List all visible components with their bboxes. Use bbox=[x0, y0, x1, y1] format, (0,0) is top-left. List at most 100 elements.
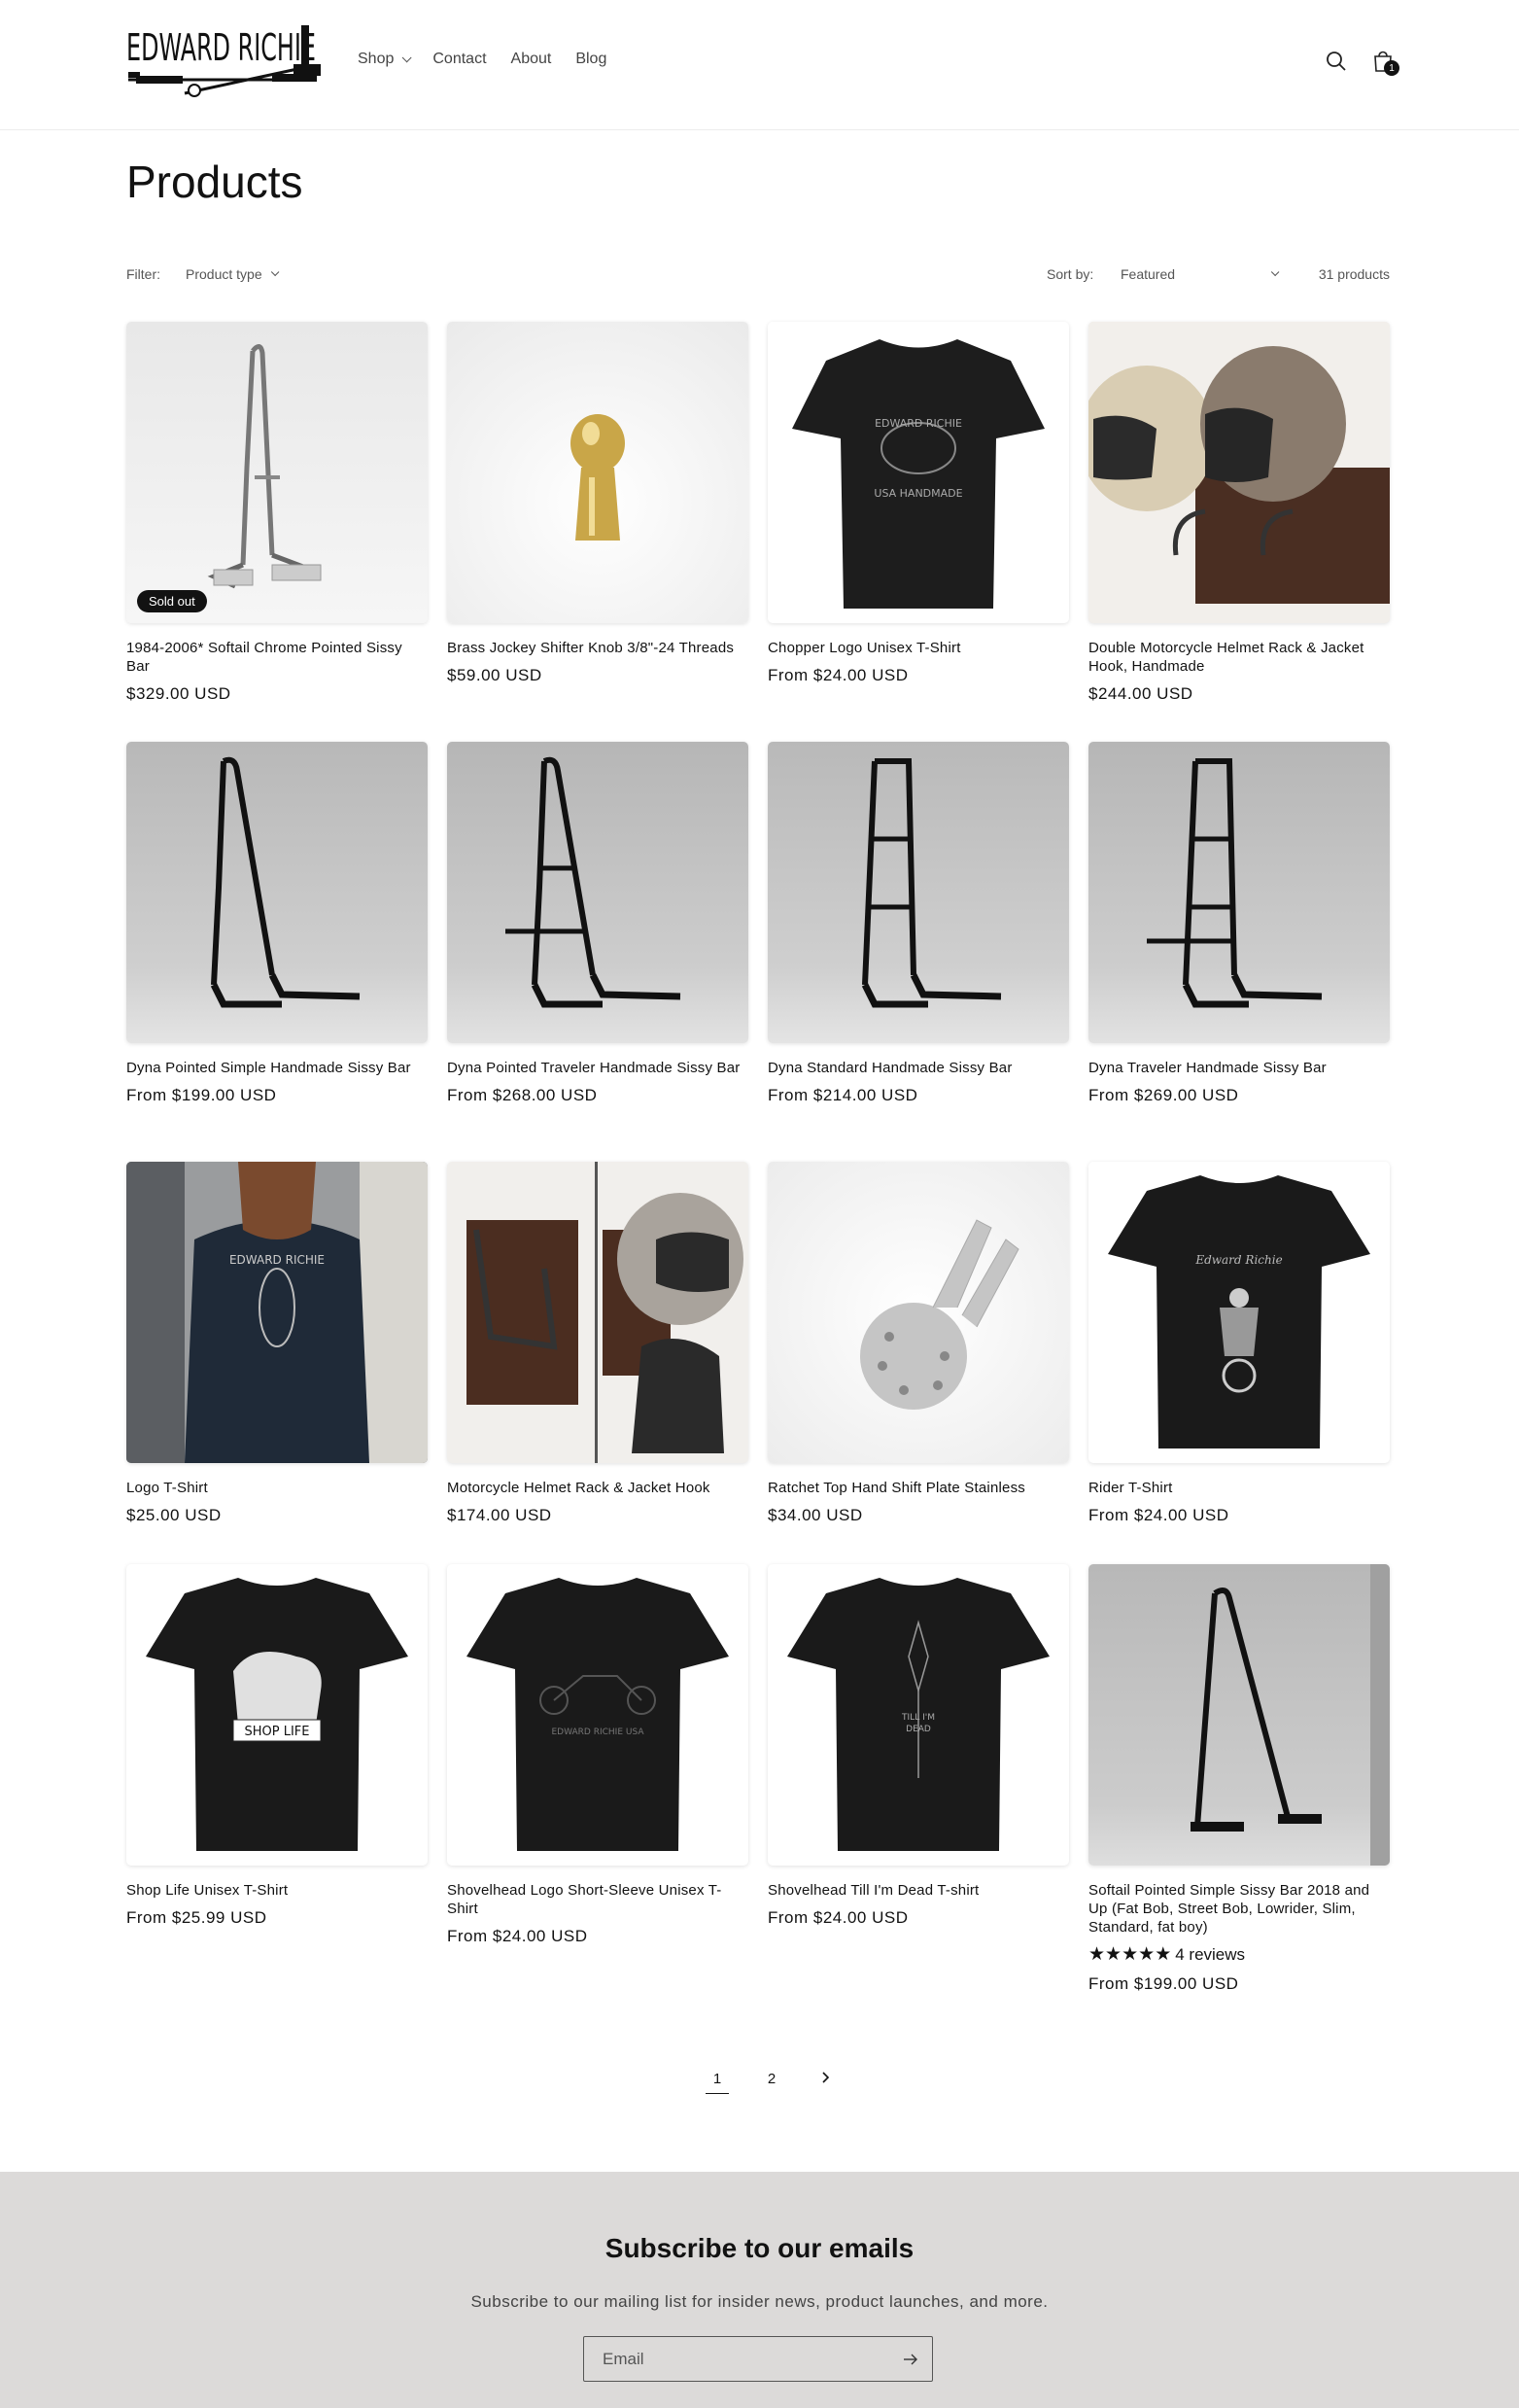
product-card[interactable]: SHOP LIFE Shop Life Unisex T-Shirt From … bbox=[126, 1564, 428, 1928]
product-card[interactable]: TILL I'M DEAD Shovelhead Till I'm Dead T… bbox=[768, 1564, 1069, 1928]
nav-blog[interactable]: Blog bbox=[575, 51, 606, 68]
product-card[interactable]: Dyna Standard Handmade Sissy Bar From $2… bbox=[768, 742, 1069, 1105]
product-image[interactable]: Edward Richie bbox=[1088, 1162, 1390, 1463]
star-icon: ★ bbox=[1105, 1944, 1122, 1965]
product-card[interactable]: Softail Pointed Simple Sissy Bar 2018 an… bbox=[1088, 1564, 1390, 1994]
product-price: From $24.00 USD bbox=[768, 1908, 909, 1927]
product-image[interactable] bbox=[768, 1162, 1069, 1463]
product-card[interactable]: Sold out 1984-2006* Softail Chrome Point… bbox=[126, 322, 428, 704]
product-title[interactable]: Logo T-Shirt bbox=[126, 1479, 428, 1497]
product-price: $25.00 USD bbox=[126, 1506, 222, 1524]
product-price: $244.00 USD bbox=[1088, 684, 1193, 703]
product-card[interactable]: Brass Jockey Shifter Knob 3/8"-24 Thread… bbox=[447, 322, 748, 685]
product-type-label: Product type bbox=[186, 266, 262, 282]
nav-shop[interactable]: Shop bbox=[358, 51, 412, 68]
product-title[interactable]: Dyna Traveler Handmade Sissy Bar bbox=[1088, 1059, 1390, 1077]
product-price: From $214.00 USD bbox=[768, 1086, 918, 1104]
product-title[interactable]: Dyna Pointed Traveler Handmade Sissy Bar bbox=[447, 1059, 748, 1077]
product-card[interactable]: Dyna Pointed Simple Handmade Sissy Bar F… bbox=[126, 742, 428, 1105]
product-type-filter[interactable]: Product type bbox=[186, 266, 279, 282]
product-title[interactable]: Softail Pointed Simple Sissy Bar 2018 an… bbox=[1088, 1881, 1390, 1937]
product-image[interactable] bbox=[1088, 322, 1390, 623]
nav-about[interactable]: About bbox=[511, 51, 552, 68]
svg-text:USA HANDMADE: USA HANDMADE bbox=[874, 487, 962, 500]
chevron-down-icon bbox=[270, 267, 279, 277]
product-card[interactable]: Edward Richie Rider T-Shirt From $24.00 … bbox=[1088, 1162, 1390, 1525]
page-2-link[interactable]: 2 bbox=[744, 2071, 799, 2094]
search-button[interactable] bbox=[1324, 47, 1349, 74]
product-title[interactable]: Ratchet Top Hand Shift Plate Stainless bbox=[768, 1479, 1069, 1497]
product-image[interactable]: EDWARD RICHIE USA bbox=[447, 1564, 748, 1866]
product-card[interactable]: EDWARD RICHIE USA Shovelhead Logo Short-… bbox=[447, 1564, 748, 1946]
email-input[interactable] bbox=[584, 2337, 895, 2381]
product-title[interactable]: Shovelhead Logo Short-Sleeve Unisex T-Sh… bbox=[447, 1881, 748, 1918]
chevron-right-icon bbox=[822, 2072, 830, 2083]
svg-text:TILL I'M: TILL I'M bbox=[901, 1713, 935, 1723]
product-price: $174.00 USD bbox=[447, 1506, 552, 1524]
product-image[interactable]: SHOP LIFE bbox=[126, 1564, 428, 1866]
product-price: $34.00 USD bbox=[768, 1506, 863, 1524]
product-title[interactable]: Shop Life Unisex T-Shirt bbox=[126, 1881, 428, 1900]
product-image[interactable] bbox=[1088, 742, 1390, 1043]
product-image[interactable]: EDWARD RICHIE USA HANDMADE bbox=[768, 322, 1069, 623]
filter-label: Filter: bbox=[126, 266, 160, 282]
sold-out-badge: Sold out bbox=[137, 590, 207, 612]
page-1-link[interactable]: 1 bbox=[690, 2071, 744, 2094]
product-image[interactable] bbox=[447, 1162, 748, 1463]
product-card[interactable]: EDWARD RICHIE Logo T-Shirt $25.00 USD bbox=[126, 1162, 428, 1525]
product-image[interactable]: EDWARD RICHIE bbox=[126, 1162, 428, 1463]
svg-text:SHOP LIFE: SHOP LIFE bbox=[245, 1725, 310, 1739]
svg-text:DEAD: DEAD bbox=[906, 1725, 931, 1734]
product-image[interactable] bbox=[447, 322, 748, 623]
nav-contact[interactable]: Contact bbox=[432, 51, 486, 68]
newsletter-title: Subscribe to our emails bbox=[604, 2233, 915, 2263]
email-form bbox=[583, 2336, 933, 2382]
product-card[interactable]: Dyna Traveler Handmade Sissy Bar From $2… bbox=[1088, 742, 1390, 1105]
pagination: 1 2 bbox=[690, 2071, 853, 2094]
product-image[interactable] bbox=[768, 742, 1069, 1043]
product-image[interactable] bbox=[1088, 1564, 1390, 1866]
product-card[interactable]: Ratchet Top Hand Shift Plate Stainless $… bbox=[768, 1162, 1069, 1525]
product-title[interactable]: Shovelhead Till I'm Dead T-shirt bbox=[768, 1881, 1069, 1900]
svg-text:EDWARD RICHIE: EDWARD RICHIE bbox=[126, 26, 316, 69]
product-image[interactable] bbox=[447, 742, 748, 1043]
nav-contact-label: Contact bbox=[432, 51, 487, 67]
product-price: From $269.00 USD bbox=[1088, 1086, 1239, 1104]
product-title[interactable]: Chopper Logo Unisex T-Shirt bbox=[768, 639, 1069, 657]
subscribe-button[interactable] bbox=[901, 2351, 920, 2368]
nav-blog-label: Blog bbox=[575, 51, 607, 67]
brand-logo[interactable]: EDWARD RICHIE bbox=[126, 16, 323, 111]
next-page-button[interactable] bbox=[799, 2071, 853, 2094]
product-price: From $24.00 USD bbox=[447, 1927, 588, 1945]
page-number: 2 bbox=[767, 2071, 777, 2087]
product-title[interactable]: Dyna Standard Handmade Sissy Bar bbox=[768, 1059, 1069, 1077]
newsletter-section: Subscribe to our emails Subscribe to our… bbox=[0, 2172, 1519, 2408]
review-count: 4 reviews bbox=[1175, 1944, 1246, 1964]
sort-value: Featured bbox=[1121, 266, 1176, 282]
product-title[interactable]: Motorcycle Helmet Rack & Jacket Hook bbox=[447, 1479, 748, 1497]
star-icon: ★ bbox=[1122, 1944, 1139, 1965]
cart-button[interactable]: 1 bbox=[1370, 47, 1399, 76]
product-title[interactable]: 1984-2006* Softail Chrome Pointed Sissy … bbox=[126, 639, 428, 676]
product-price: $59.00 USD bbox=[447, 666, 542, 684]
svg-text:EDWARD RICHIE: EDWARD RICHIE bbox=[229, 1253, 325, 1267]
product-card[interactable]: Dyna Pointed Traveler Handmade Sissy Bar… bbox=[447, 742, 748, 1105]
product-image[interactable] bbox=[126, 742, 428, 1043]
main-nav: Shop Contact About Blog bbox=[358, 51, 631, 68]
product-card[interactable]: Double Motorcycle Helmet Rack & Jacket H… bbox=[1088, 322, 1390, 704]
product-image[interactable]: Sold out bbox=[126, 322, 428, 623]
product-image[interactable]: TILL I'M DEAD bbox=[768, 1564, 1069, 1866]
product-card[interactable]: EDWARD RICHIE USA HANDMADE Chopper Logo … bbox=[768, 322, 1069, 685]
product-title[interactable]: Double Motorcycle Helmet Rack & Jacket H… bbox=[1088, 639, 1390, 676]
product-title[interactable]: Rider T-Shirt bbox=[1088, 1479, 1390, 1497]
page-title: Products bbox=[126, 157, 303, 207]
svg-text:EDWARD RICHIE USA: EDWARD RICHIE USA bbox=[551, 1727, 644, 1737]
site-header: EDWARD RICHIE Shop Contact About Blog 1 bbox=[0, 0, 1519, 130]
sort-select[interactable]: Featured bbox=[1121, 266, 1280, 282]
star-icon: ★ bbox=[1155, 1944, 1172, 1965]
product-title[interactable]: Brass Jockey Shifter Knob 3/8"-24 Thread… bbox=[447, 639, 748, 657]
product-title[interactable]: Dyna Pointed Simple Handmade Sissy Bar bbox=[126, 1059, 428, 1077]
product-price: From $268.00 USD bbox=[447, 1086, 598, 1104]
product-card[interactable]: Motorcycle Helmet Rack & Jacket Hook $17… bbox=[447, 1162, 748, 1525]
nav-about-label: About bbox=[510, 51, 552, 67]
